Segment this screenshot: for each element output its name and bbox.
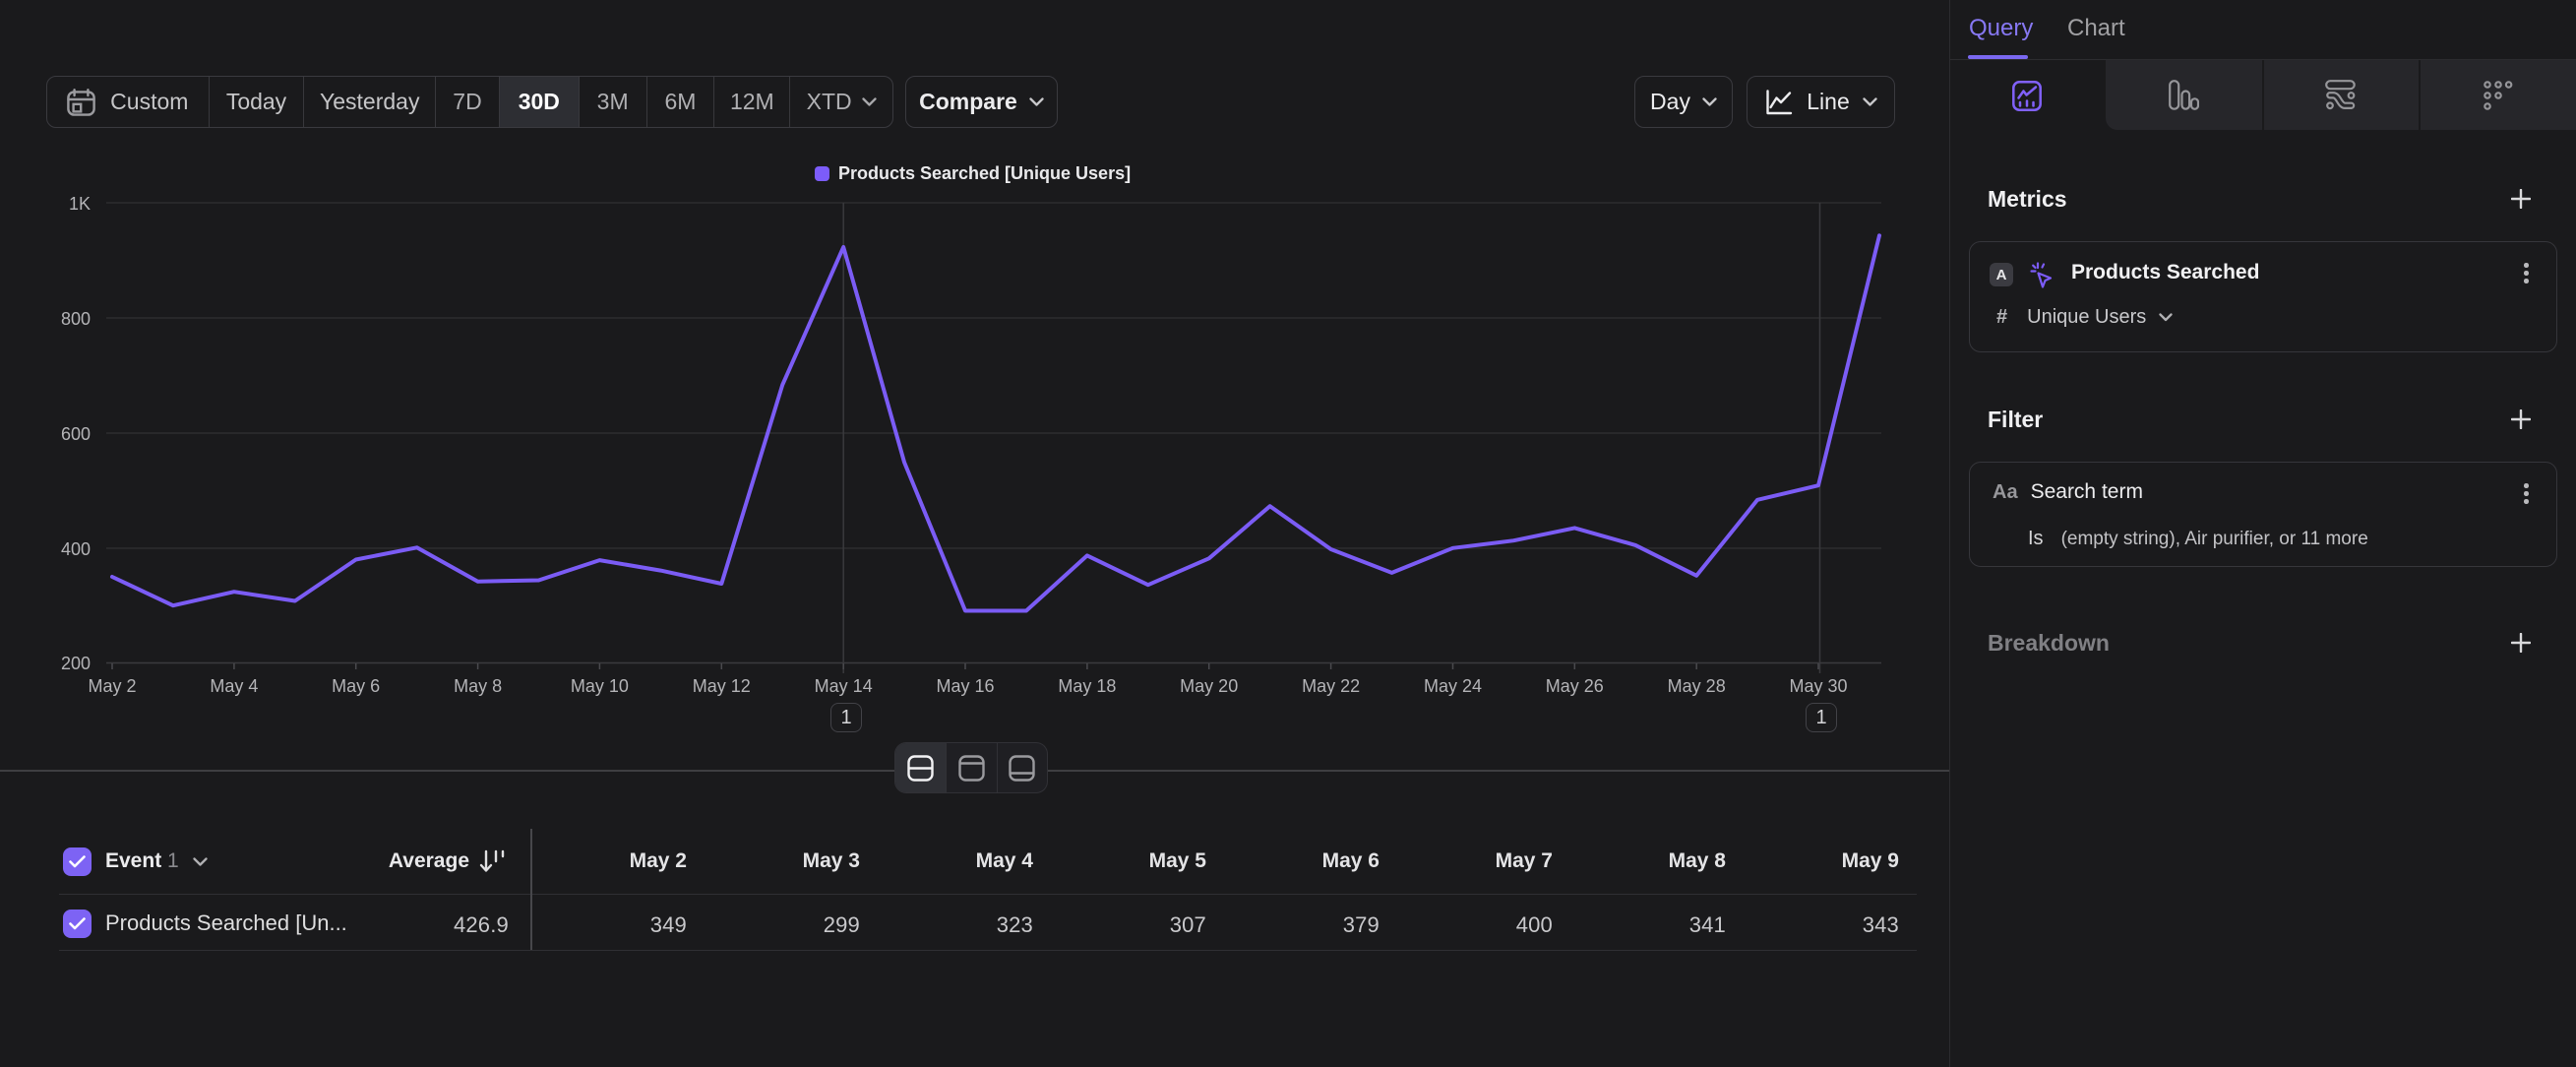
svg-text:1K: 1K — [69, 194, 91, 214]
svg-text:800: 800 — [61, 309, 91, 329]
svg-text:400: 400 — [61, 539, 91, 559]
svg-text:May 6: May 6 — [332, 676, 380, 696]
svg-text:May 18: May 18 — [1058, 676, 1116, 696]
svg-text:May 2: May 2 — [88, 676, 136, 696]
svg-text:May 14: May 14 — [815, 676, 873, 696]
svg-text:May 16: May 16 — [936, 676, 994, 696]
svg-text:May 10: May 10 — [571, 676, 629, 696]
svg-text:May 24: May 24 — [1424, 676, 1482, 696]
svg-text:May 22: May 22 — [1302, 676, 1360, 696]
svg-text:200: 200 — [61, 654, 91, 673]
svg-text:May 28: May 28 — [1668, 676, 1726, 696]
svg-text:May 12: May 12 — [693, 676, 751, 696]
svg-text:600: 600 — [61, 424, 91, 444]
svg-text:May 8: May 8 — [454, 676, 502, 696]
svg-text:May 26: May 26 — [1546, 676, 1604, 696]
svg-text:May 30: May 30 — [1789, 676, 1847, 696]
svg-text:May 4: May 4 — [210, 676, 258, 696]
svg-text:May 20: May 20 — [1180, 676, 1238, 696]
